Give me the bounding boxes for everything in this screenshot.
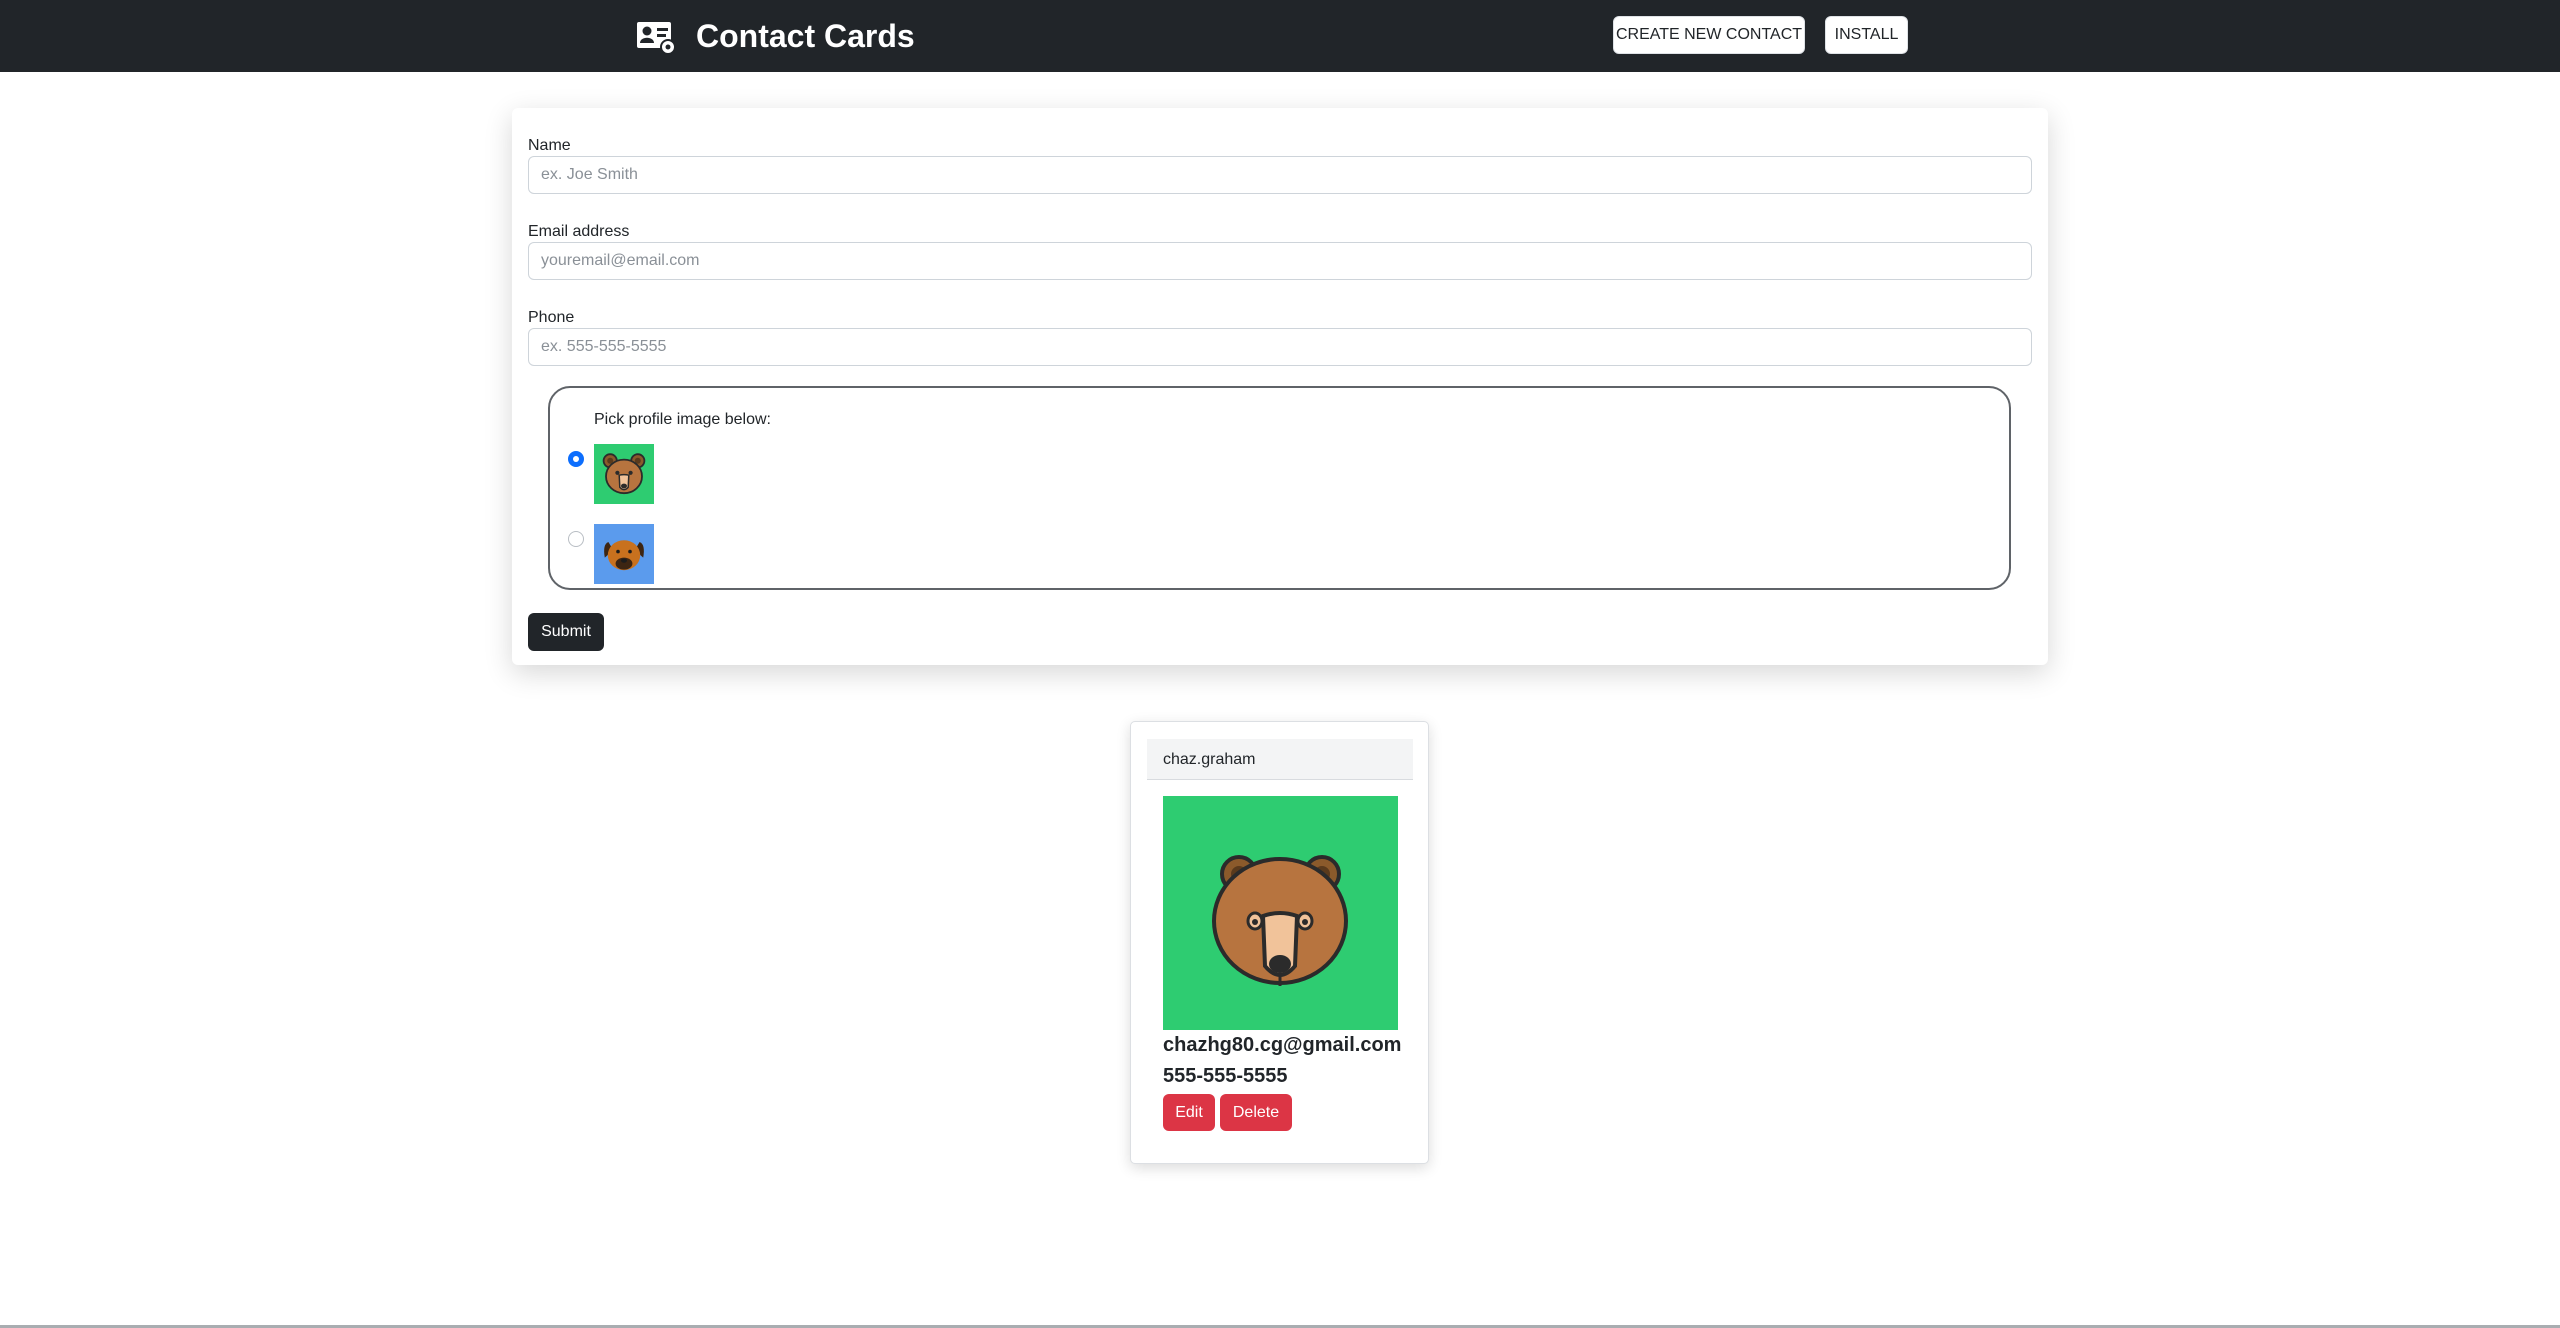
install-button[interactable]: INSTALL (1825, 16, 1908, 54)
contact-form: Name Email address Phone Pick profile im… (512, 108, 2048, 665)
phone-input[interactable] (528, 328, 2032, 366)
name-input[interactable] (528, 156, 2032, 194)
profile-radio-dog[interactable] (568, 531, 584, 547)
delete-button[interactable]: Delete (1220, 1094, 1292, 1131)
contact-email: chazhg80.cg@gmail.com (1163, 1034, 1402, 1056)
edit-button[interactable]: Edit (1163, 1094, 1215, 1131)
profile-option-dog[interactable] (594, 524, 654, 584)
profile-radio-bear[interactable] (568, 451, 584, 467)
app-title: Contact Cards (696, 18, 915, 54)
contact-card-icon (637, 22, 676, 55)
contact-name: chaz.graham (1147, 739, 1413, 780)
dog-icon (594, 524, 654, 584)
name-label: Name (528, 137, 571, 154)
navbar: Contact Cards CREATE NEW CONTACT INSTALL (0, 0, 2560, 72)
profile-option-bear[interactable] (594, 444, 654, 504)
phone-label: Phone (528, 309, 575, 326)
email-label: Email address (528, 223, 630, 240)
create-new-contact-button[interactable]: CREATE NEW CONTACT (1613, 16, 1805, 54)
contact-phone: 555-555-5555 (1163, 1065, 1288, 1087)
submit-button[interactable]: Submit (528, 613, 604, 651)
contact-avatar (1163, 796, 1398, 1030)
profile-image-picker: Pick profile image below: (548, 386, 2011, 590)
brand[interactable]: Contact Cards (636, 16, 915, 56)
picker-label: Pick profile image below: (594, 411, 771, 428)
email-input[interactable] (528, 242, 2032, 280)
bear-icon (1163, 796, 1398, 1030)
contact-card: chaz.graham chazhg80.cg@gmail.com 555-55… (1130, 721, 1429, 1164)
bear-icon (594, 444, 654, 504)
